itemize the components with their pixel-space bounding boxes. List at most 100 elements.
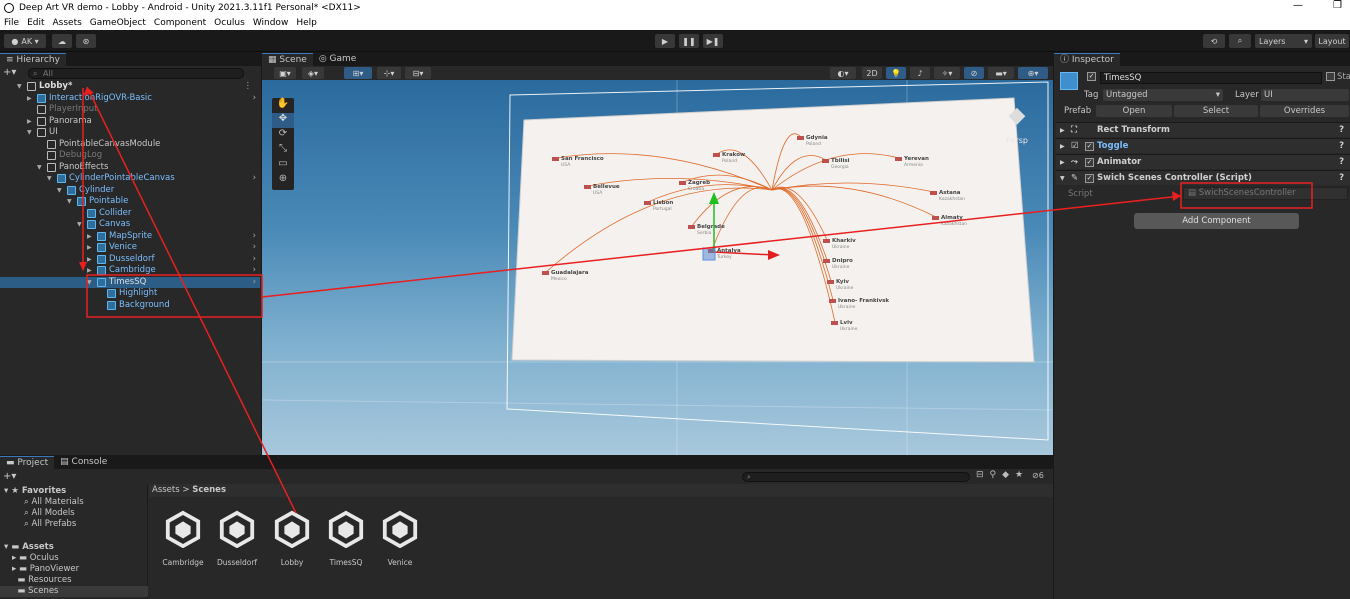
project-create-button[interactable]: +▾	[3, 471, 16, 482]
help-icon[interactable]: ?	[1339, 155, 1344, 170]
grid-snap-button[interactable]: ⊞▾	[344, 67, 372, 79]
folder-oculus[interactable]: ▸ ▬ Oculus	[12, 553, 59, 563]
component-rect-transform[interactable]: ▶ ⛶ Rect Transform ?	[1056, 122, 1350, 137]
effects-icon[interactable]: ✧▾	[934, 67, 960, 79]
hierarchy-row[interactable]: PlayerInput	[0, 104, 260, 116]
more-options-icon[interactable]: ⋮	[244, 81, 253, 92]
hierarchy-row[interactable]: PointableCanvasModule	[0, 139, 260, 151]
mode-2d-button[interactable]: 2D	[862, 67, 882, 79]
tab-scene[interactable]: ▦ Scene	[262, 53, 313, 66]
orientation-gizmo[interactable]: ◆ Persp	[992, 96, 1042, 156]
layers-dropdown[interactable]: Layers ▾	[1255, 34, 1312, 48]
project-search-input[interactable]: ⌕	[742, 472, 970, 482]
hierarchy-row[interactable]: ▼ UI	[0, 127, 260, 139]
step-button[interactable]: ▶❚	[703, 34, 723, 48]
expand-arrow-icon[interactable]: ▼	[27, 127, 32, 138]
hierarchy-row[interactable]: ▼ TimesSQ ›	[0, 276, 260, 288]
hierarchy-row[interactable]: ▼ Cylinder	[0, 185, 260, 197]
expand-arrow-icon[interactable]: ▼	[17, 81, 22, 92]
tab-project[interactable]: ▬ Project	[0, 456, 55, 469]
scale-tool-icon[interactable]: ⤡	[272, 143, 294, 158]
menu-oculus[interactable]: Oculus	[210, 18, 249, 28]
open-prefab-icon[interactable]: ›	[253, 277, 256, 288]
increment-snap-button[interactable]: ⊹▾	[377, 67, 401, 79]
menu-file[interactable]: File	[0, 18, 23, 28]
tag-dropdown[interactable]: Untagged ▾	[1103, 89, 1223, 101]
component-toggle[interactable]: ▶ ☑ ✓ Toggle ?	[1056, 138, 1350, 153]
scene-asset-tile[interactable]: TimesSQ	[320, 510, 372, 567]
menu-window[interactable]: Window	[249, 18, 293, 28]
prefab-overrides-button[interactable]: Overrides	[1260, 105, 1349, 117]
script-enabled-checkbox[interactable]: ✓	[1085, 174, 1094, 183]
scene-viewport[interactable]: San Francisco USA Bellevue USA Lisbon Portuga…	[262, 80, 1053, 455]
layout-dropdown[interactable]: Layout	[1315, 34, 1349, 48]
hierarchy-row[interactable]: ▼ Pointable	[0, 196, 260, 208]
expand-arrow-icon[interactable]: ▼	[87, 277, 92, 288]
open-prefab-icon[interactable]: ›	[253, 242, 256, 253]
menu-assets[interactable]: Assets	[49, 18, 86, 28]
scene-asset-tile[interactable]: Lobby	[266, 510, 318, 567]
rect-tool-icon[interactable]: ▭	[272, 158, 294, 173]
favorites-header[interactable]: ▾ ★ Favorites	[4, 486, 66, 496]
folder-scenes[interactable]: ▬ Scenes	[0, 586, 148, 597]
hierarchy-row[interactable]: ▼ PanoEffects	[0, 162, 260, 174]
expand-arrow-icon[interactable]: ▶	[87, 265, 92, 276]
favorite-all-models[interactable]: ⌕ All Models	[24, 508, 75, 518]
shading-mode-button[interactable]: ◐▾	[830, 67, 856, 79]
expand-arrow-icon[interactable]: ▶	[27, 93, 32, 104]
menu-component[interactable]: Component	[150, 18, 210, 28]
prefab-select-button[interactable]: Select	[1174, 105, 1258, 117]
favorite-all-prefabs[interactable]: ⌕ All Prefabs	[24, 519, 76, 529]
open-prefab-icon[interactable]: ›	[253, 265, 256, 276]
visibility-icon[interactable]: ⊘	[964, 67, 984, 79]
tab-console[interactable]: ▤ Console	[54, 456, 113, 469]
component-animator[interactable]: ▶ ⤳ ✓ Animator ?	[1056, 154, 1350, 169]
folder-panoviewer[interactable]: ▸ ▬ PanoViewer	[12, 564, 79, 574]
search-icon[interactable]: ⌕	[1229, 34, 1251, 48]
hierarchy-row[interactable]: ▼ Canvas	[0, 219, 260, 231]
open-prefab-icon[interactable]: ›	[253, 231, 256, 242]
cloud-icon[interactable]: ☁	[52, 34, 72, 48]
layer-dropdown[interactable]: UI	[1261, 89, 1349, 101]
prefab-open-button[interactable]: Open	[1096, 105, 1172, 117]
audio-icon[interactable]: ♪	[910, 67, 930, 79]
component-swich-scenes-controller[interactable]: ▼ ✎ ✓ Swich Scenes Controller (Script) ?	[1056, 170, 1350, 185]
open-prefab-icon[interactable]: ›	[253, 173, 256, 184]
history-icon[interactable]: ⟲	[1203, 34, 1225, 48]
scene-asset-tile[interactable]: Cambridge	[157, 510, 209, 567]
help-icon[interactable]: ?	[1339, 123, 1344, 138]
expand-arrow-icon[interactable]: ▼	[57, 185, 62, 196]
hidden-packages-toggle[interactable]: ⊘6	[1032, 471, 1044, 480]
open-prefab-icon[interactable]: ›	[253, 93, 256, 104]
script-field[interactable]: ▤ SwichScenesController	[1183, 187, 1348, 200]
menu-edit[interactable]: Edit	[23, 18, 48, 28]
hierarchy-row[interactable]: DebugLog	[0, 150, 260, 162]
expand-arrow-icon[interactable]: ▶	[87, 254, 92, 265]
scene-asset-tile[interactable]: Dusseldorf	[211, 510, 263, 567]
add-component-button[interactable]: Add Component	[1134, 213, 1299, 229]
menu-gameobject[interactable]: GameObject	[86, 18, 150, 28]
help-icon[interactable]: ?	[1339, 171, 1344, 186]
hand-tool-icon[interactable]: ✋	[272, 98, 294, 113]
collab-icon[interactable]: ⊛	[76, 34, 96, 48]
tab-game[interactable]: ◎ Game	[313, 53, 363, 66]
draw-mode-dropdown[interactable]: ▣▾	[274, 67, 296, 79]
expand-arrow-icon[interactable]: ▶	[87, 231, 92, 242]
tab-hierarchy[interactable]: ≡ Hierarchy	[0, 53, 66, 66]
hierarchy-row[interactable]: ▶ Cambridge ›	[0, 265, 260, 277]
create-button[interactable]: +▾	[3, 68, 23, 78]
snap-settings-button[interactable]: ⊟▾	[405, 67, 431, 79]
help-icon[interactable]: ?	[1339, 139, 1344, 154]
breadcrumb-assets[interactable]: Assets	[152, 485, 180, 495]
hierarchy-row[interactable]: ▶ Dusseldorf ›	[0, 254, 260, 266]
play-button[interactable]: ▶	[655, 34, 675, 48]
hierarchy-row[interactable]: ▼ Lobby* ⋮	[0, 81, 260, 93]
lighting-icon[interactable]: 💡	[886, 67, 906, 79]
tab-inspector[interactable]: ⓘ Inspector	[1054, 53, 1120, 66]
gizmos-icon[interactable]: ⊕▾	[1018, 67, 1048, 79]
toggle-enabled-checkbox[interactable]: ✓	[1085, 142, 1094, 151]
render-mode-dropdown[interactable]: ◈▾	[302, 67, 324, 79]
hierarchy-row[interactable]: Collider	[0, 208, 260, 220]
expand-arrow-icon[interactable]: ▼	[77, 219, 82, 230]
expand-arrow-icon[interactable]: ▼	[67, 196, 72, 207]
